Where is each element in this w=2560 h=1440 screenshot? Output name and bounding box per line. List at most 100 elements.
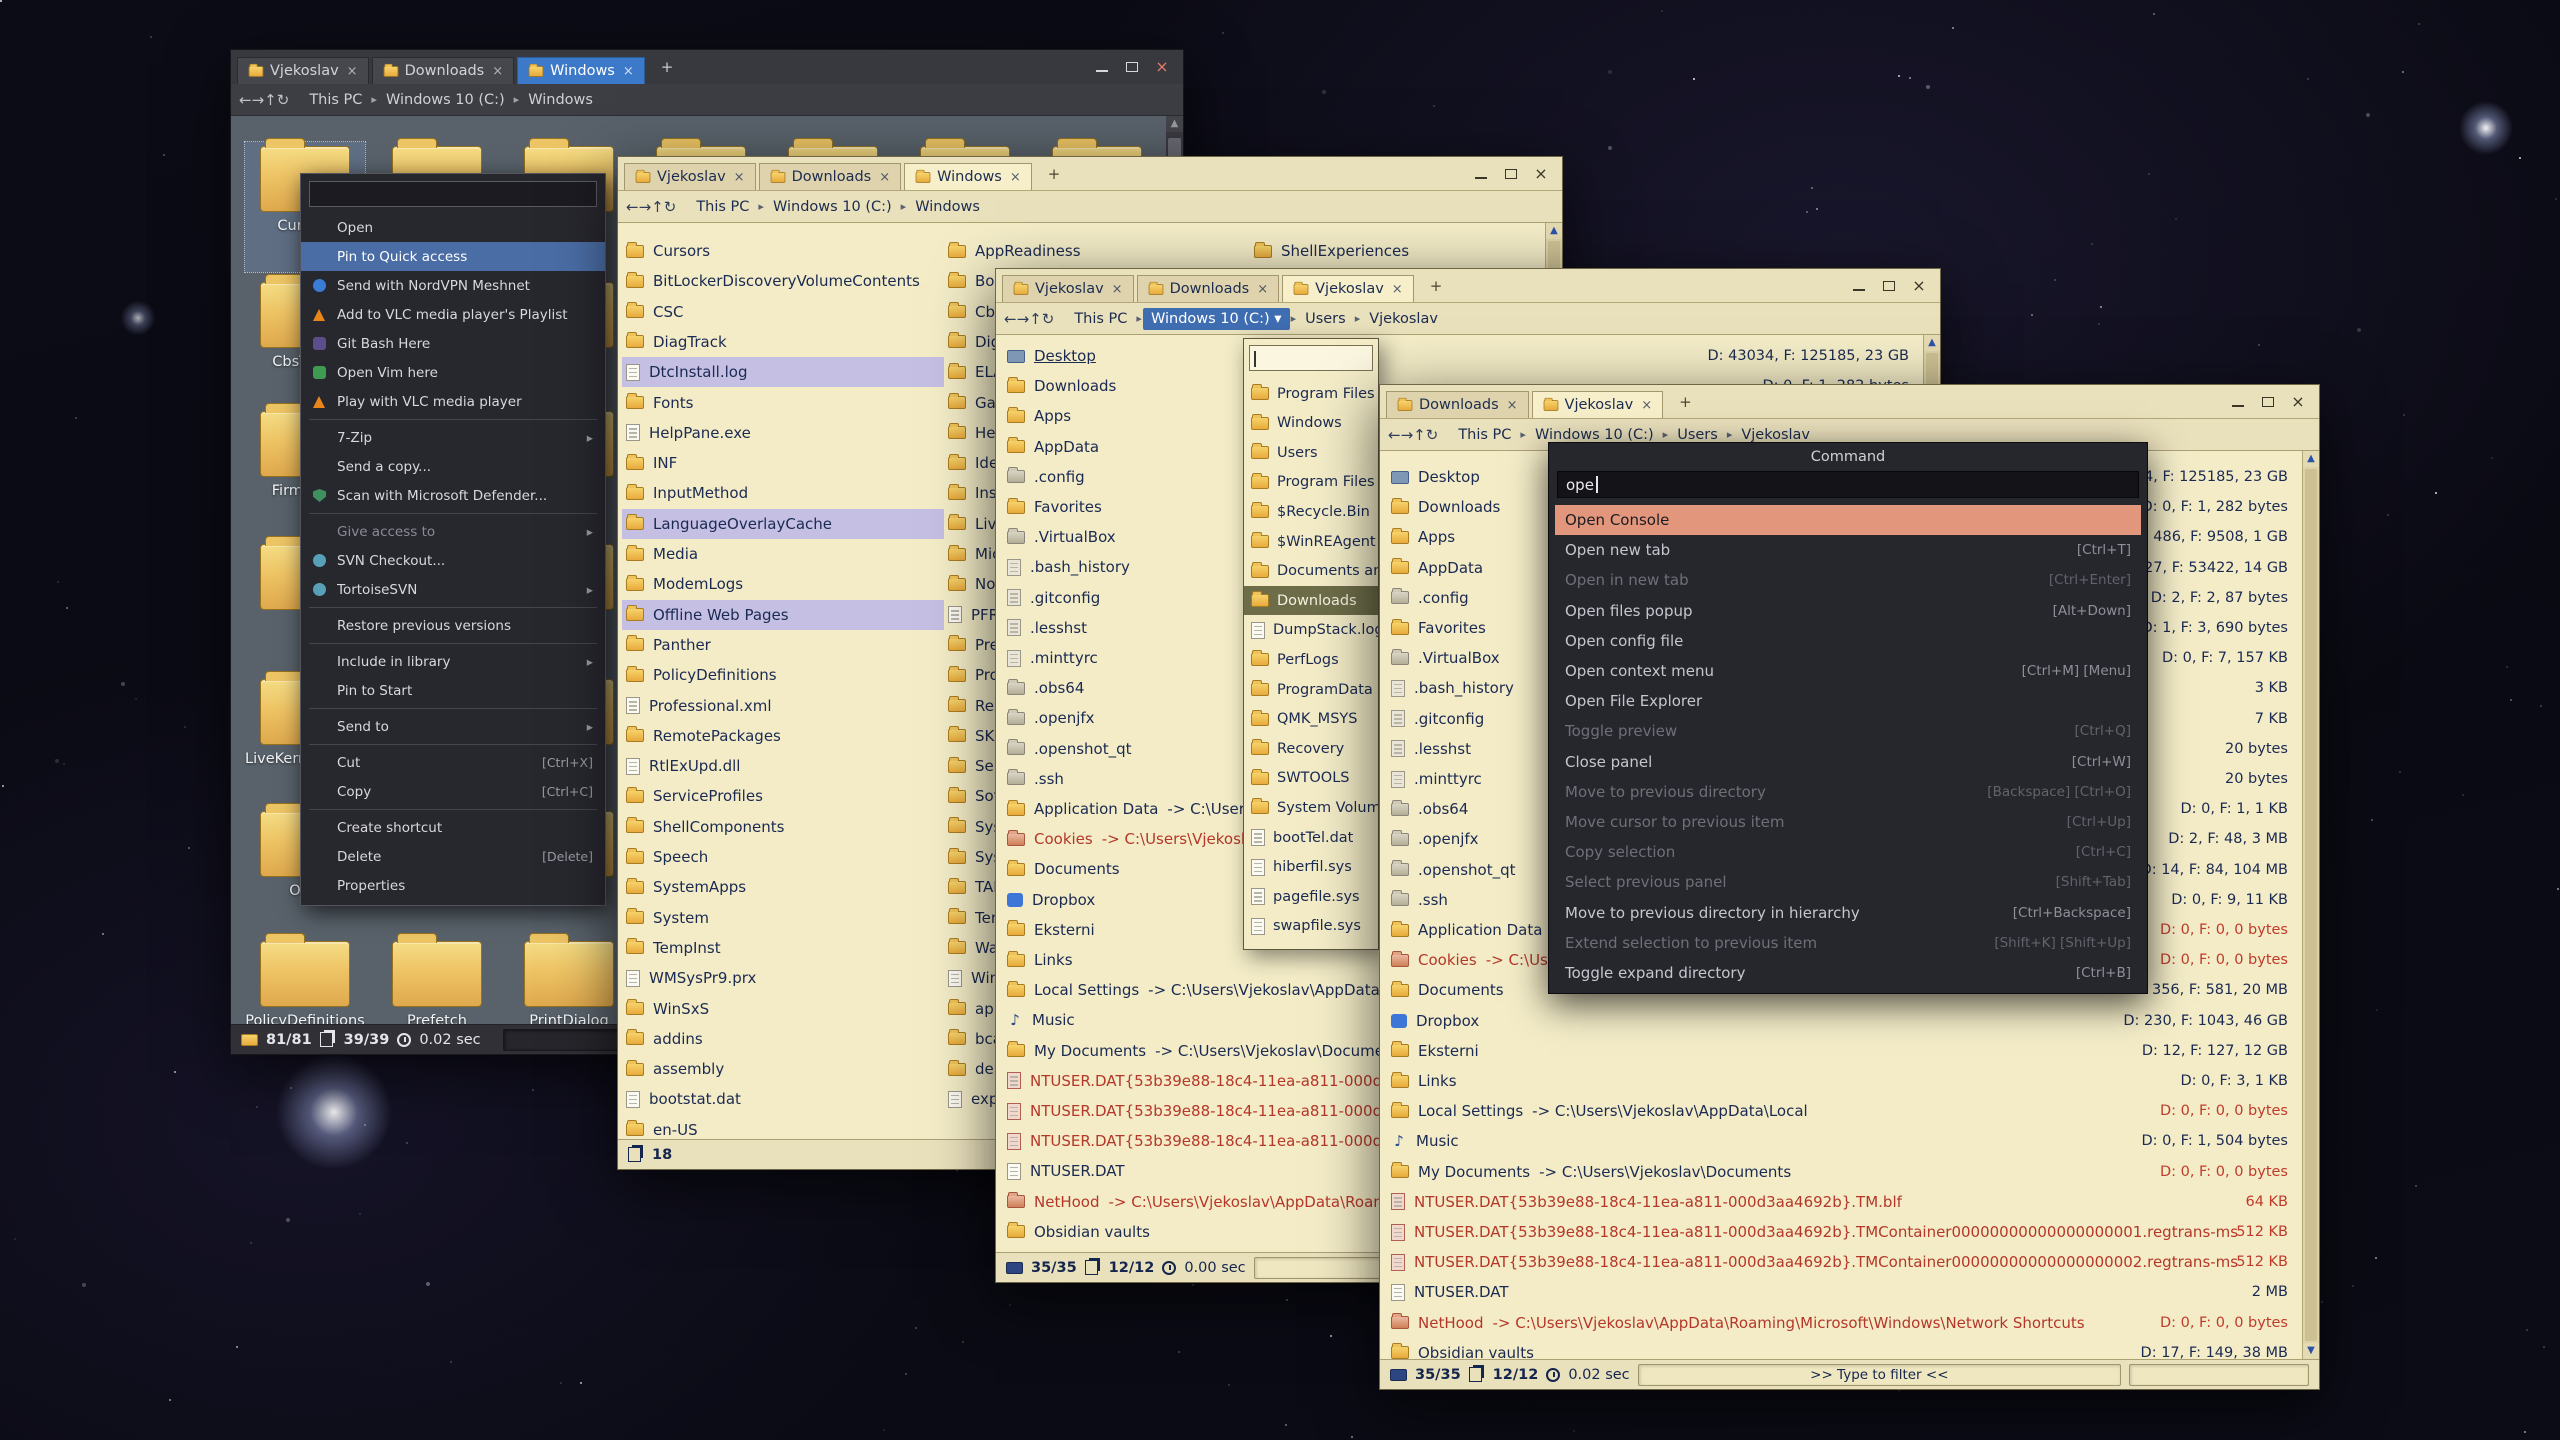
menu-item-restore-previous-versions[interactable]: Restore previous versions (301, 611, 605, 640)
forward-icon[interactable]: → (1017, 310, 1030, 328)
menu-item-create-shortcut[interactable]: Create shortcut (301, 813, 605, 842)
file-row[interactable]: DesktopD: 43034, F: 125185, 23 GB (996, 341, 1923, 371)
file-row[interactable]: System (622, 903, 944, 933)
file-row[interactable]: InputMethod (622, 478, 944, 508)
file-row[interactable]: ServiceProfiles (622, 781, 944, 811)
palette-item-open-files-popup[interactable]: Open files popup[Alt+Down] (1555, 596, 2141, 626)
file-row[interactable]: Cursors (622, 236, 944, 266)
menu-item-play-with-vlc-media-player[interactable]: Play with VLC media player (301, 387, 605, 416)
dropdown-item-qmk-msys[interactable]: QMK_MSYS (1244, 705, 1378, 734)
new-tab-button[interactable]: + (654, 56, 681, 78)
file-row[interactable]: NTUSER.DAT2 MB (1380, 1277, 2302, 1307)
filter-input[interactable] (503, 1029, 623, 1051)
file-row[interactable]: NTUSER.DAT{53b39e88-18c4-11ea-a811-000d3… (1380, 1217, 2302, 1247)
refresh-icon[interactable]: ↻ (277, 91, 290, 109)
file-row[interactable]: HelpPane.exe (622, 418, 944, 448)
file-row[interactable]: LinksD: 0, F: 3, 1 KB (1380, 1066, 2302, 1096)
tab-close-icon[interactable]: × (491, 64, 504, 79)
file-row[interactable]: RemotePackages (622, 721, 944, 751)
close-button[interactable]: × (1534, 167, 1548, 181)
breadcrumb-windows-10-c[interactable]: Windows 10 (C:) ▾ (1143, 308, 1290, 330)
palette-item-move-to-previous-directory-in-hierarchy[interactable]: Move to previous directory in hierarchy[… (1555, 898, 2141, 928)
dropdown-item-downloads[interactable]: Downloads (1244, 586, 1378, 615)
tab-close-icon[interactable]: × (1506, 398, 1519, 413)
new-tab-button[interactable]: + (1423, 275, 1450, 297)
palette-item-open-new-tab[interactable]: Open new tab[Ctrl+T] (1555, 535, 2141, 565)
tab-vjekoslav[interactable]: Vjekoslav× (237, 57, 369, 84)
dropdown-filter-input[interactable] (1249, 345, 1373, 371)
refresh-icon[interactable]: ↻ (1042, 310, 1055, 328)
file-row[interactable]: Professional.xml (622, 691, 944, 721)
dropdown-item-users[interactable]: Users (1244, 438, 1378, 467)
menu-item-copy[interactable]: Copy[Ctrl+C] (301, 777, 605, 806)
file-row[interactable]: AppReadiness (944, 236, 1250, 266)
file-row[interactable]: NTUSER.DAT{53b39e88-18c4-11ea-a811-000d3… (1380, 1247, 2302, 1277)
dropdown-item-recovery[interactable]: Recovery (1244, 734, 1378, 763)
tab-close-icon[interactable]: × (1009, 170, 1022, 185)
menu-item-pin-to-quick-access[interactable]: Pin to Quick access (301, 242, 605, 271)
breadcrumb-users[interactable]: Users (1297, 308, 1354, 330)
tab-downloads[interactable]: Downloads× (1386, 391, 1529, 418)
file-row[interactable]: bootstat.dat (622, 1084, 944, 1114)
file-row[interactable]: Fonts (622, 388, 944, 418)
back-icon[interactable]: ← (1004, 310, 1017, 328)
up-icon[interactable]: ↑ (651, 198, 664, 216)
dropdown-item-program-files[interactable]: Program Files (1244, 379, 1378, 408)
palette-item-open-context-menu[interactable]: Open context menu[Ctrl+M] [Menu] (1555, 656, 2141, 686)
palette-item-move-to-previous-directory[interactable]: Move to previous directory[Backspace] [C… (1555, 777, 2141, 807)
back-icon[interactable]: ← (1388, 426, 1401, 444)
palette-item-close-panel[interactable]: Close panel[Ctrl+W] (1555, 747, 2141, 777)
menu-item-scan-with-microsoft-defender[interactable]: Scan with Microsoft Defender... (301, 481, 605, 510)
file-row[interactable]: EksterniD: 12, F: 127, 12 GB (1380, 1036, 2302, 1066)
file-row[interactable]: en-US (622, 1115, 944, 1139)
scrollbar[interactable]: ▲ ▼ (2302, 451, 2319, 1359)
dropdown-item-program-files-x86[interactable]: Program Files (x86) (1244, 468, 1378, 497)
scroll-down-icon[interactable]: ▼ (2303, 1343, 2319, 1359)
palette-item-select-previous-panel[interactable]: Select previous panel[Shift+Tab] (1555, 867, 2141, 897)
tab-downloads[interactable]: Downloads× (372, 57, 515, 84)
dropdown-item-winreagent[interactable]: $WinREAgent (1244, 527, 1378, 556)
refresh-icon[interactable]: ↻ (1426, 426, 1439, 444)
file-row[interactable]: ♪MusicD: 0, F: 1, 504 bytes (1380, 1126, 2302, 1156)
palette-item-copy-selection[interactable]: Copy selection[Ctrl+C] (1555, 837, 2141, 867)
tab-downloads[interactable]: Downloads× (759, 163, 902, 190)
menu-item-add-to-vlc-media-player-s-playlist[interactable]: Add to VLC media player's Playlist (301, 300, 605, 329)
file-row[interactable]: INF (622, 448, 944, 478)
menu-item-send-with-nordvpn-meshnet[interactable]: Send with NordVPN Meshnet (301, 271, 605, 300)
file-row[interactable]: ShellComponents (622, 812, 944, 842)
file-row[interactable]: SystemApps (622, 872, 944, 902)
file-row[interactable]: ShellExperiences (1250, 236, 1540, 266)
tab-windows[interactable]: Windows× (517, 57, 645, 84)
filter-input[interactable]: >> Type to filter << (1638, 1364, 2121, 1386)
close-button[interactable]: × (1912, 279, 1926, 293)
menu-inline-input[interactable] (309, 181, 597, 207)
tab-windows[interactable]: Windows× (904, 163, 1032, 190)
dropdown-item-swapfile-sys[interactable]: swapfile.sys (1244, 912, 1378, 941)
file-row[interactable]: RtlExUpd.dll (622, 751, 944, 781)
file-row[interactable]: WinSxS (622, 994, 944, 1024)
maximize-button[interactable] (1504, 167, 1518, 181)
menu-item-open-vim-here[interactable]: Open Vim here (301, 358, 605, 387)
breadcrumb-windows[interactable]: Windows (907, 196, 988, 218)
file-row[interactable]: My Documents -> C:\Users\Vjekoslav\Docum… (1380, 1157, 2302, 1187)
scroll-up-icon[interactable]: ▲ (1166, 116, 1183, 132)
palette-item-toggle-preview[interactable]: Toggle preview[Ctrl+Q] (1555, 716, 2141, 746)
tab-close-icon[interactable]: × (1111, 282, 1124, 297)
file-row[interactable]: DiagTrack (622, 327, 944, 357)
palette-item-extend-selection-to-previous-item[interactable]: Extend selection to previous item[Shift+… (1555, 928, 2141, 958)
menu-item-send-a-copy[interactable]: Send a copy... (301, 452, 605, 481)
dropdown-item-documents-and-settings[interactable]: Documents and Settings (1244, 557, 1378, 586)
tab-vjekoslav[interactable]: Vjekoslav× (1282, 275, 1414, 302)
scroll-up-icon[interactable]: ▲ (1546, 223, 1562, 239)
menu-item-svn-checkout[interactable]: SVN Checkout... (301, 546, 605, 575)
menu-item-cut[interactable]: Cut[Ctrl+X] (301, 748, 605, 777)
dropdown-item-hiberfil-sys[interactable]: hiberfil.sys (1244, 853, 1378, 882)
close-button[interactable]: × (2291, 395, 2305, 409)
forward-icon[interactable]: → (639, 198, 652, 216)
menu-item-send-to[interactable]: Send to▸ (301, 712, 605, 741)
scroll-up-icon[interactable]: ▲ (2303, 451, 2319, 467)
up-icon[interactable]: ↑ (1413, 426, 1426, 444)
palette-input[interactable]: ope (1557, 471, 2139, 498)
tab-close-icon[interactable]: × (1391, 282, 1404, 297)
palette-item-open-console[interactable]: Open Console (1555, 505, 2141, 535)
